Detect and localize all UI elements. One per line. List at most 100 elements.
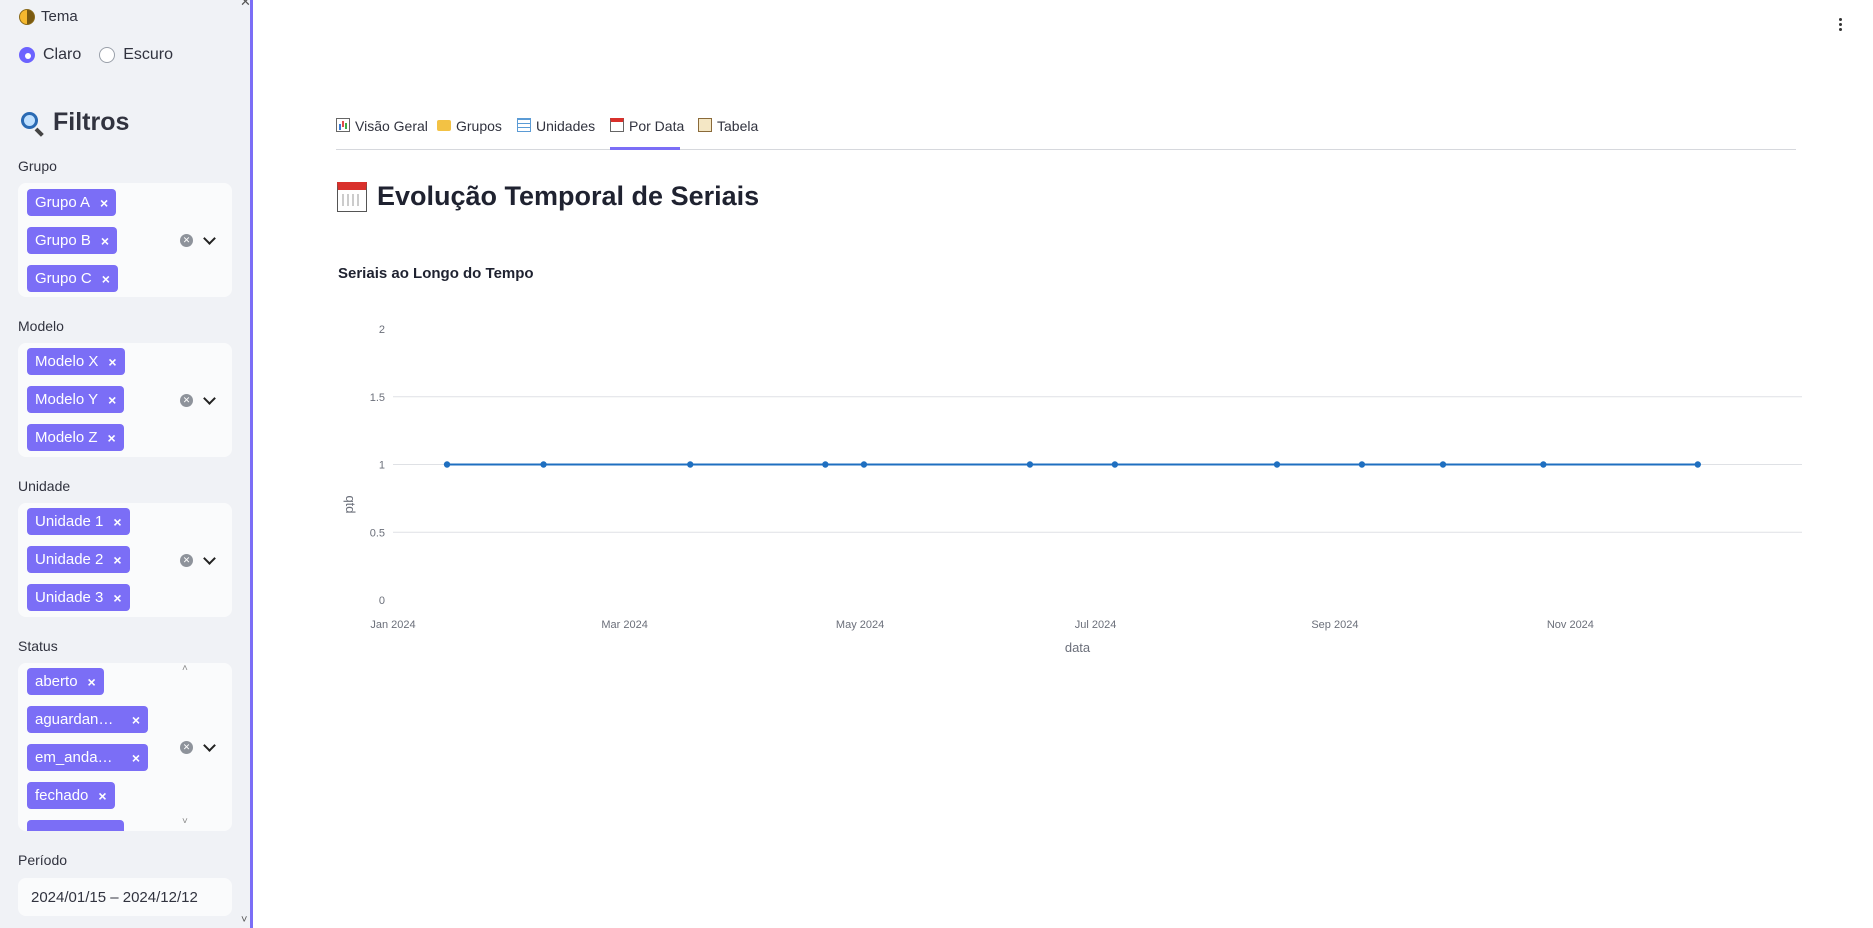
chip-status-aguardando[interactable]: aguardan… × [27, 706, 148, 733]
half-moon-icon [19, 8, 35, 25]
x-tick-label: Nov 2024 [1547, 619, 1594, 631]
status-label: Status [18, 638, 58, 654]
chip-grupo-c[interactable]: Grupo C × [27, 265, 118, 292]
unidade-label: Unidade [18, 478, 71, 494]
scroll-down-icon[interactable]: ˅ [182, 816, 188, 827]
chip-remove-icon[interactable]: × [100, 195, 108, 211]
chip-remove-icon[interactable]: × [101, 233, 109, 249]
chip-grupo-b[interactable]: Grupo B × [27, 227, 118, 254]
main-menu-icon[interactable] [1838, 18, 1844, 32]
chip-label: Modelo X [35, 353, 99, 370]
tab-label: Unidades [536, 118, 596, 134]
theme-radio-claro[interactable]: Claro [19, 46, 81, 64]
tab-bar: Visão Geral Grupos Unidades Por Data Tab… [336, 116, 1796, 150]
chevron-down-icon[interactable] [203, 234, 215, 246]
data-point [1540, 461, 1547, 468]
filters-heading: Filtros [19, 108, 129, 137]
chip-modelo-z[interactable]: Modelo Z × [27, 424, 124, 451]
periodo-label: Período [18, 852, 68, 868]
calendar-icon [337, 181, 367, 212]
filters-title: Filtros [53, 108, 130, 136]
clear-all-icon[interactable]: ✕ [180, 554, 193, 567]
chip-label: Modelo Z [35, 429, 98, 446]
y-tick-label: 0 [379, 595, 385, 607]
chip-label: fechado [35, 787, 89, 804]
radio-selected-icon[interactable] [19, 47, 35, 63]
period-date-input[interactable]: 2024/01/15 – 2024/12/12 [18, 878, 232, 916]
status-multiselect[interactable]: ˄ aberto × aguardan… × em_anda… × fechado × … [18, 663, 232, 831]
chip-remove-icon[interactable]: × [113, 552, 121, 568]
grupo-multiselect[interactable]: Grupo A × Grupo B × Grupo C × ✕ [18, 183, 232, 297]
data-point [1273, 461, 1281, 468]
chip-grupo-a[interactable]: Grupo A × [27, 189, 117, 216]
x-axis-title: data [1065, 640, 1091, 655]
clear-all-icon[interactable]: ✕ [180, 394, 193, 407]
tab-por-data[interactable]: Por Data [610, 118, 684, 150]
chip-label: Unidade 1 [35, 513, 104, 530]
clear-all-icon[interactable]: ✕ [180, 234, 193, 247]
line-chart[interactable]: 0 0.5 1 1.5 2 Jan 2024 Mar 2024 May 2024 Jul 202… [330, 310, 1810, 660]
tab-visao-geral[interactable]: Visão Geral [336, 118, 428, 150]
chip-remove-icon[interactable]: × [132, 712, 140, 728]
sidebar-scroll-down-icon[interactable]: ˅ [241, 914, 247, 926]
theme-label: Tema [41, 8, 78, 25]
tab-label: Por Data [629, 118, 685, 134]
chip-unidade-1[interactable]: Unidade 1 × [27, 508, 130, 535]
chip-unidade-3[interactable]: Unidade 3 × [27, 584, 130, 611]
chip-remove-icon[interactable]: × [113, 590, 121, 606]
chip-remove-icon[interactable]: × [113, 514, 121, 530]
chip-unidade-2[interactable]: Unidade 2 × [27, 546, 130, 573]
chip-modelo-y[interactable]: Modelo Y × [27, 386, 125, 413]
magnifier-icon [19, 110, 45, 137]
y-axis-title: qtd [343, 495, 358, 513]
x-tick-label: Mar 2024 [601, 619, 647, 631]
x-tick-label: Sep 2024 [1311, 619, 1358, 631]
folder-icon [437, 120, 451, 131]
chip-remove-icon[interactable]: × [132, 750, 140, 766]
theme-option-claro: Claro [43, 46, 82, 63]
chevron-down-icon[interactable] [203, 741, 215, 753]
chevron-down-icon[interactable] [203, 554, 215, 566]
page-title: Evolução Temporal de Seriais [337, 181, 759, 212]
chip-status-aberto[interactable]: aberto × [27, 668, 104, 695]
data-point [1439, 461, 1447, 468]
chip-status-partial[interactable] [27, 820, 124, 831]
chip-remove-icon[interactable]: × [88, 674, 96, 690]
unidade-multiselect[interactable]: Unidade 1 × Unidade 2 × Unidade 3 × ✕ [18, 503, 232, 617]
chip-label: aguardan… [35, 711, 114, 728]
y-tick-label: 1.5 [370, 392, 385, 404]
data-point [1026, 461, 1034, 468]
chip-remove-icon[interactable]: × [102, 271, 110, 287]
radio-unselected-icon[interactable] [99, 47, 116, 63]
data-point [1358, 461, 1366, 468]
tab-unidades[interactable]: Unidades [517, 118, 595, 150]
tab-tabela[interactable]: Tabela [698, 118, 758, 150]
theme-radio-escuro[interactable]: Escuro [99, 46, 173, 64]
modelo-multiselect[interactable]: Modelo X × Modelo Y × Modelo Z × ✕ [18, 343, 232, 457]
chip-remove-icon[interactable]: × [98, 788, 106, 804]
x-tick-label: Jul 2024 [1075, 619, 1117, 631]
scroll-up-icon[interactable]: ˄ [182, 663, 188, 674]
grupo-label: Grupo [18, 158, 57, 174]
chip-status-fechado[interactable]: fechado × [27, 782, 115, 809]
theme-heading: Tema [19, 8, 78, 25]
tab-grupos[interactable]: Grupos [437, 118, 502, 150]
chip-label: em_anda… [35, 749, 113, 766]
active-tab-indicator [610, 147, 680, 150]
chip-modelo-x[interactable]: Modelo X × [27, 348, 125, 375]
clear-all-icon[interactable]: ✕ [180, 741, 193, 754]
sidebar-resize-handle[interactable] [250, 0, 253, 928]
tab-label: Tabela [717, 118, 759, 134]
x-tick-label: Jan 2024 [370, 619, 415, 631]
data-point [443, 461, 451, 468]
chip-remove-icon[interactable]: × [108, 430, 116, 446]
chip-remove-icon[interactable]: × [108, 392, 116, 408]
page-title-text: Evolução Temporal de Seriais [377, 181, 760, 211]
tab-label: Visão Geral [355, 118, 428, 134]
chevron-down-icon[interactable] [203, 394, 215, 406]
data-point [1111, 461, 1119, 468]
chip-remove-icon[interactable]: × [108, 354, 116, 370]
y-tick-label: 1 [379, 460, 385, 472]
chip-status-em-andamento[interactable]: em_anda… × [27, 744, 148, 771]
calendar-icon [610, 118, 624, 132]
